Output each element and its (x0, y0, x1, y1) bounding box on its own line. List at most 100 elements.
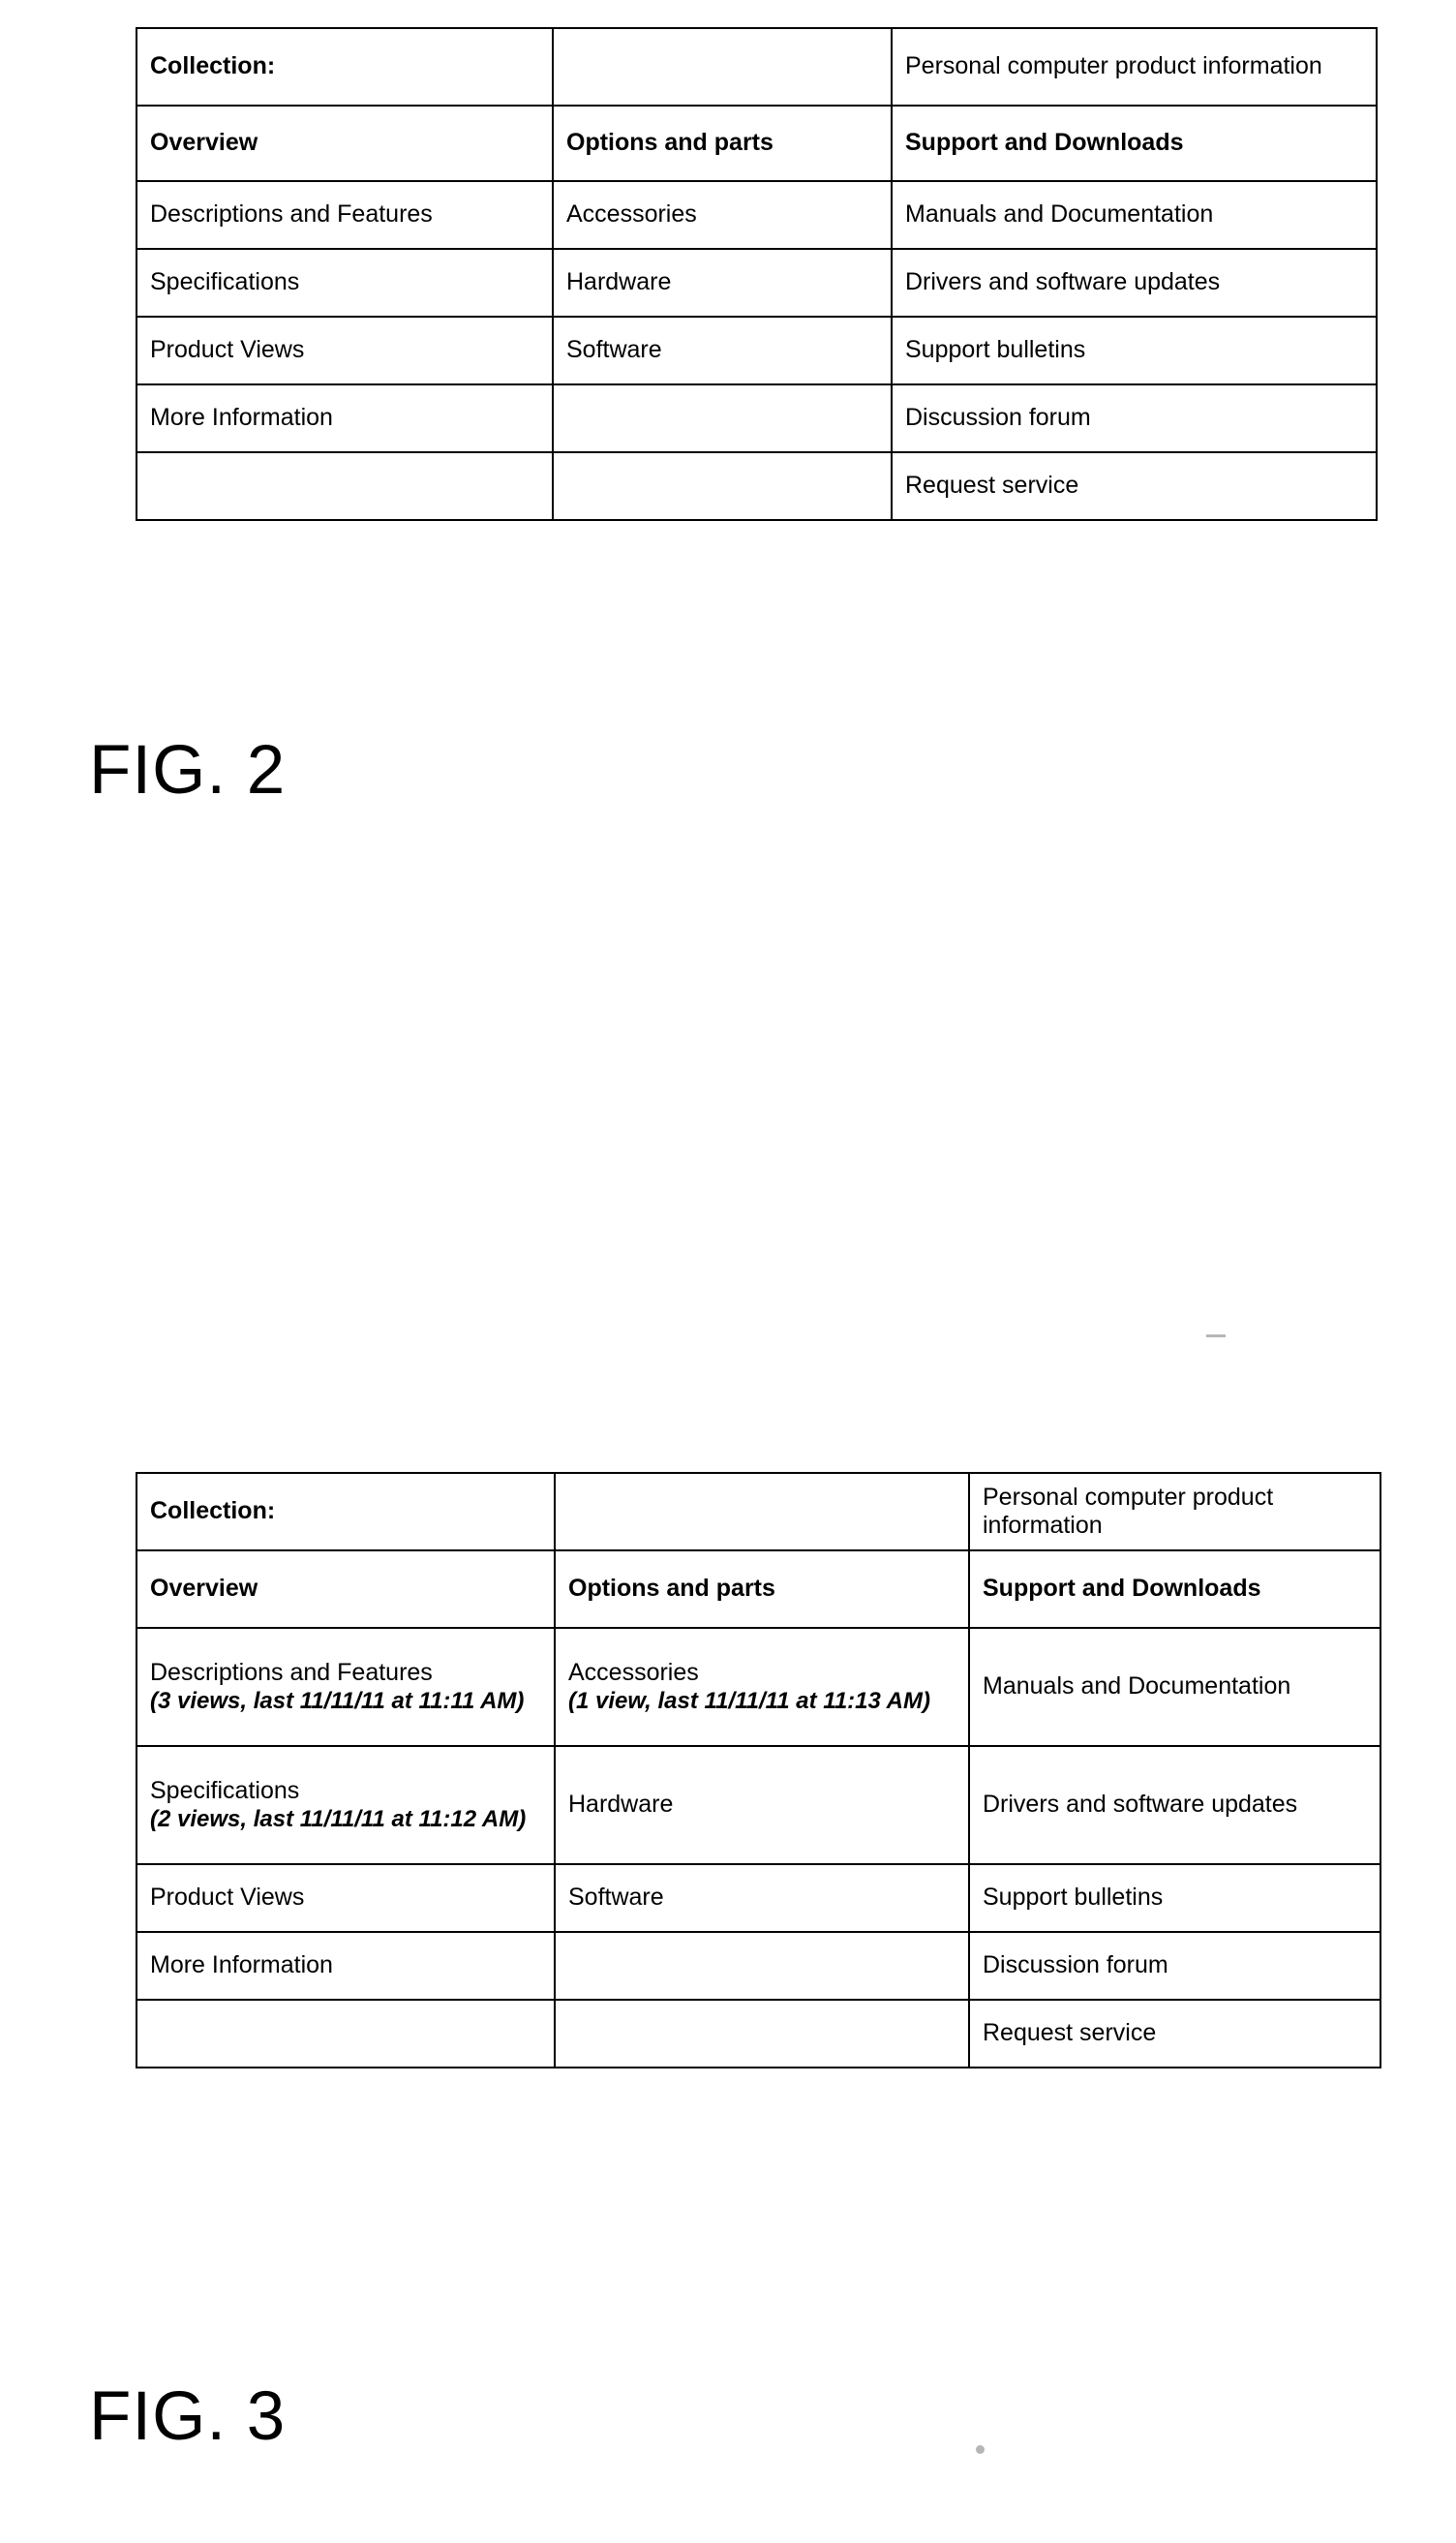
link-specifications[interactable]: Specifications (136, 248, 554, 318)
table-row: Descriptions and Features Accessories Ma… (136, 180, 1378, 250)
table-row: Collection: Personal computer product in… (136, 1472, 1381, 1551)
link-drivers-and-software-updates[interactable]: Drivers and software updates (891, 248, 1378, 318)
column-header-overview: Overview (136, 105, 554, 182)
cell-label: Specifications (150, 1777, 300, 1805)
cell-label: Collection: (150, 1497, 276, 1525)
cell-label: Drivers and software updates (983, 1791, 1298, 1819)
link-request-service[interactable]: Request service (968, 1999, 1381, 2068)
view-count-annotation: (2 views, last 11/11/11 at 11:12 AM) (150, 1805, 527, 1832)
empty-cell (136, 451, 554, 521)
link-request-service[interactable]: Request service (891, 451, 1378, 521)
cell-label: Support bulletins (983, 1884, 1164, 1912)
cell-label: Overview (150, 1575, 258, 1603)
scan-artifact (1206, 1334, 1226, 1337)
link-more-information[interactable]: More Information (136, 1931, 556, 2001)
cell-label: Descriptions and Features (150, 200, 433, 229)
figure-3-table-container: Collection: Personal computer product in… (136, 1472, 1381, 2068)
collection-name-cell: Personal computer product information (968, 1472, 1381, 1551)
table-row: Descriptions and Features (3 views, last… (136, 1627, 1381, 1747)
empty-cell (554, 1931, 970, 2001)
cell-label: Hardware (568, 1791, 674, 1819)
cell-label: Support and Downloads (983, 1575, 1261, 1603)
link-hardware[interactable]: Hardware (552, 248, 893, 318)
cell-label: Options and parts (568, 1575, 775, 1603)
cell-label: Drivers and software updates (905, 268, 1221, 296)
table-row: More Information Discussion forum (136, 1931, 1381, 2001)
cell-label: Accessories (566, 200, 697, 229)
cell-label: Accessories (568, 1659, 699, 1687)
cell-label: Product Views (150, 1884, 305, 1912)
link-hardware[interactable]: Hardware (554, 1745, 970, 1865)
column-header-support-and-downloads: Support and Downloads (968, 1549, 1381, 1629)
cell-label: Request service (905, 472, 1079, 500)
view-count-annotation: (1 view, last 11/11/11 at 11:13 AM) (568, 1687, 930, 1714)
link-product-views[interactable]: Product Views (136, 1863, 556, 1933)
collection-label-cell: Collection: (136, 27, 554, 107)
cell-label: Options and parts (566, 129, 774, 157)
table-row: Request service (136, 451, 1378, 521)
cell-label: Overview (150, 129, 258, 157)
column-header-support-and-downloads: Support and Downloads (891, 105, 1378, 182)
figure-2-caption: FIG. 2 (89, 732, 287, 809)
cell-label: Product Views (150, 336, 305, 364)
link-support-bulletins[interactable]: Support bulletins (891, 316, 1378, 385)
column-header-options-and-parts: Options and parts (552, 105, 893, 182)
cell-label: Discussion forum (905, 404, 1091, 432)
cell-label: Support bulletins (905, 336, 1086, 364)
link-drivers-and-software-updates[interactable]: Drivers and software updates (968, 1745, 1381, 1865)
cell-label: Collection: (150, 52, 276, 80)
cell-label: Manuals and Documentation (983, 1672, 1291, 1700)
cell-label: More Information (150, 1951, 333, 1979)
collection-name-cell: Personal computer product information (891, 27, 1378, 107)
link-specifications[interactable]: Specifications (2 views, last 11/11/11 a… (136, 1745, 556, 1865)
link-accessories[interactable]: Accessories (552, 180, 893, 250)
cell-label: Request service (983, 2019, 1157, 2047)
table-row: More Information Discussion forum (136, 383, 1378, 453)
link-manuals-and-documentation[interactable]: Manuals and Documentation (968, 1627, 1381, 1747)
cell-label: Personal computer product information (983, 1483, 1274, 1540)
empty-cell (554, 1472, 970, 1551)
empty-cell (136, 1999, 556, 2068)
link-discussion-forum[interactable]: Discussion forum (891, 383, 1378, 453)
cell-label: Hardware (566, 268, 672, 296)
cell-label: Discussion forum (983, 1951, 1168, 1979)
table-row: Product Views Software Support bulletins (136, 316, 1378, 385)
collection-table-fig3: Collection: Personal computer product in… (136, 1472, 1381, 2068)
table-row: Collection: Personal computer product in… (136, 27, 1378, 107)
link-accessories[interactable]: Accessories (1 view, last 11/11/11 at 11… (554, 1627, 970, 1747)
column-header-overview: Overview (136, 1549, 556, 1629)
link-descriptions-and-features[interactable]: Descriptions and Features (3 views, last… (136, 1627, 556, 1747)
table-row: Specifications (2 views, last 11/11/11 a… (136, 1745, 1381, 1865)
table-row: Request service (136, 1999, 1381, 2068)
table-row: Product Views Software Support bulletins (136, 1863, 1381, 1933)
link-more-information[interactable]: More Information (136, 383, 554, 453)
column-header-options-and-parts: Options and parts (554, 1549, 970, 1629)
link-descriptions-and-features[interactable]: Descriptions and Features (136, 180, 554, 250)
table-row: Overview Options and parts Support and D… (136, 105, 1378, 182)
cell-label: Descriptions and Features (150, 1659, 433, 1687)
empty-cell (554, 1999, 970, 2068)
link-product-views[interactable]: Product Views (136, 316, 554, 385)
cell-label: Specifications (150, 268, 300, 296)
link-software[interactable]: Software (554, 1863, 970, 1933)
table-row: Specifications Hardware Drivers and soft… (136, 248, 1378, 318)
empty-cell (552, 27, 893, 107)
link-manuals-and-documentation[interactable]: Manuals and Documentation (891, 180, 1378, 250)
cell-label: Personal computer product information (905, 52, 1322, 80)
link-software[interactable]: Software (552, 316, 893, 385)
cell-label: Software (566, 336, 662, 364)
link-support-bulletins[interactable]: Support bulletins (968, 1863, 1381, 1933)
cell-label: Software (568, 1884, 664, 1912)
link-discussion-forum[interactable]: Discussion forum (968, 1931, 1381, 2001)
figure-2-table-container: Collection: Personal computer product in… (136, 27, 1378, 521)
view-count-annotation: (3 views, last 11/11/11 at 11:11 AM) (150, 1687, 525, 1714)
collection-table-fig2: Collection: Personal computer product in… (136, 27, 1378, 521)
collection-label-cell: Collection: (136, 1472, 556, 1551)
cell-label: More Information (150, 404, 333, 432)
cell-label: Support and Downloads (905, 129, 1184, 157)
figure-3-caption: FIG. 3 (89, 2378, 287, 2455)
scan-artifact (976, 2445, 985, 2454)
empty-cell (552, 383, 893, 453)
cell-label: Manuals and Documentation (905, 200, 1214, 229)
empty-cell (552, 451, 893, 521)
